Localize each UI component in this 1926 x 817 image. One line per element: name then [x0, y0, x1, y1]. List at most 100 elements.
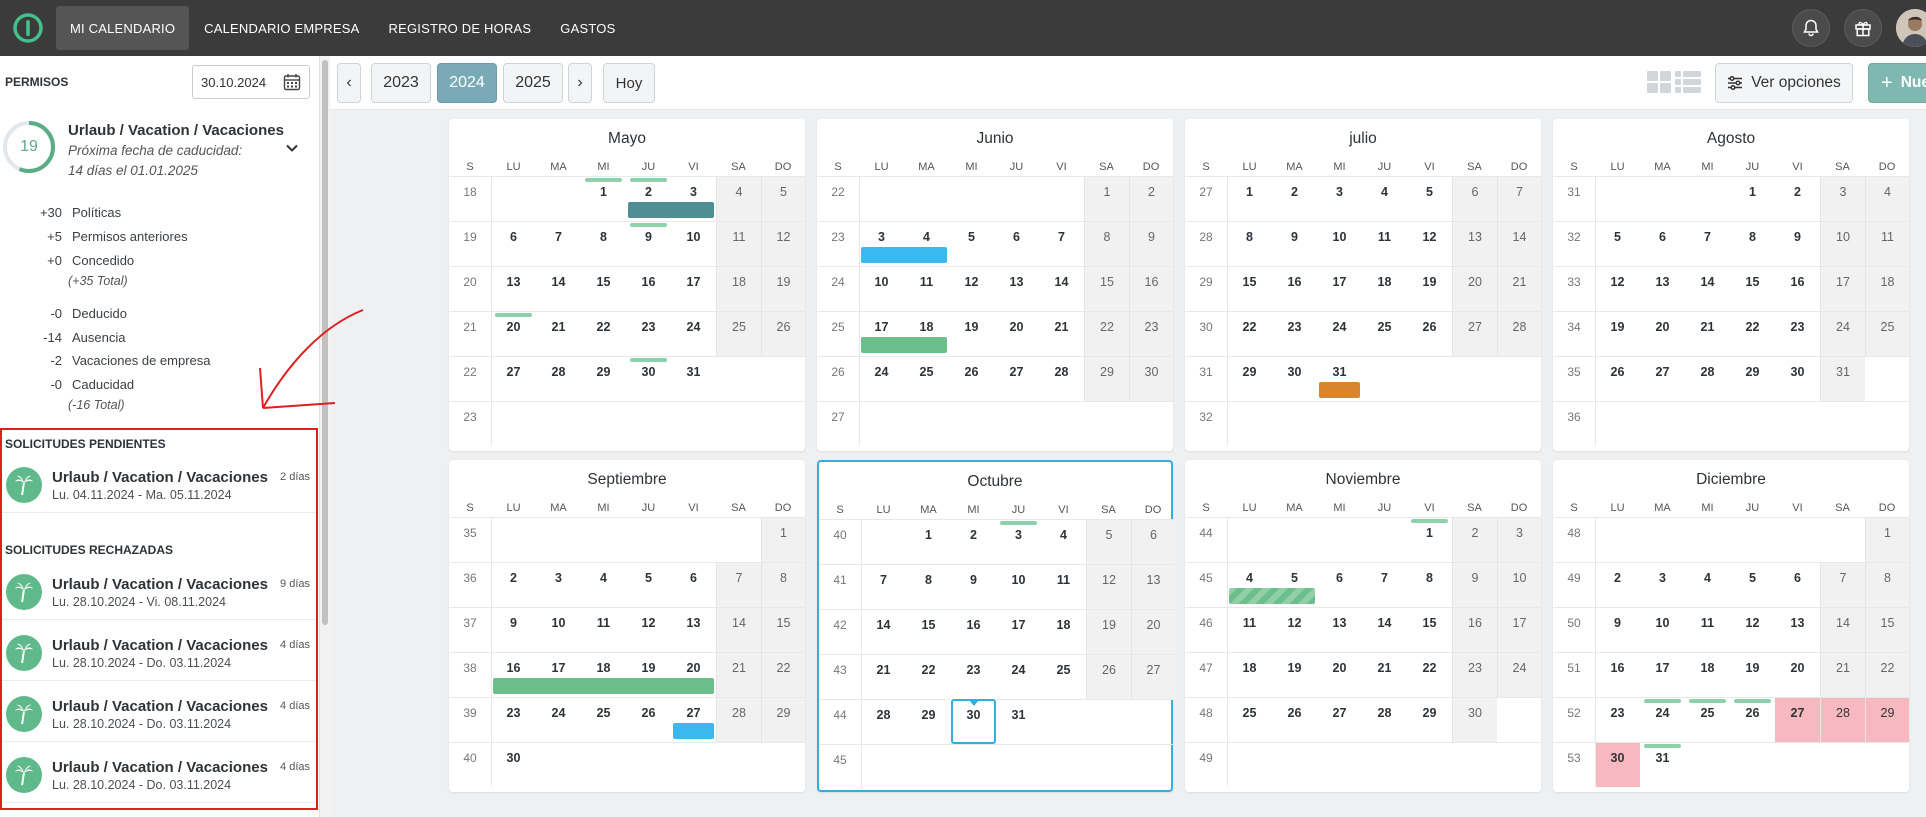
- day-cell[interactable]: 14: [1820, 607, 1865, 652]
- day-cell[interactable]: 30: [626, 356, 671, 401]
- day-cell[interactable]: 4: [1865, 176, 1909, 221]
- day-cell[interactable]: 2: [1775, 176, 1820, 221]
- day-cell[interactable]: 11: [1362, 221, 1407, 266]
- day-cell[interactable]: 29: [1227, 356, 1272, 401]
- day-cell[interactable]: 12: [1272, 607, 1317, 652]
- day-cell[interactable]: 23: [1775, 311, 1820, 356]
- day-cell[interactable]: 16: [1452, 607, 1497, 652]
- day-cell[interactable]: 24: [1640, 697, 1685, 742]
- day-cell[interactable]: 4: [581, 562, 626, 607]
- day-cell[interactable]: 26: [1272, 697, 1317, 742]
- day-cell[interactable]: 14: [1039, 266, 1084, 311]
- day-cell[interactable]: 25: [581, 697, 626, 742]
- day-cell[interactable]: 2: [951, 519, 996, 564]
- day-cell[interactable]: 24: [996, 654, 1041, 699]
- day-cell[interactable]: 23: [626, 311, 671, 356]
- day-cell[interactable]: 21: [861, 654, 906, 699]
- day-cell[interactable]: 3: [1640, 562, 1685, 607]
- day-cell[interactable]: 28: [1685, 356, 1730, 401]
- day-cell[interactable]: 11: [581, 607, 626, 652]
- day-cell[interactable]: 27: [1317, 697, 1362, 742]
- day-cell[interactable]: 7: [716, 562, 761, 607]
- day-cell[interactable]: 20: [1452, 266, 1497, 311]
- month-title[interactable]: Septiembre: [449, 460, 805, 500]
- month-title[interactable]: Octubre: [819, 462, 1171, 502]
- day-cell[interactable]: 25: [904, 356, 949, 401]
- day-cell[interactable]: 8: [1084, 221, 1129, 266]
- day-cell[interactable]: 19: [1730, 652, 1775, 697]
- day-cell[interactable]: 22: [761, 652, 805, 697]
- day-cell[interactable]: 10: [1317, 221, 1362, 266]
- day-cell[interactable]: 15: [761, 607, 805, 652]
- day-cell[interactable]: 17: [1820, 266, 1865, 311]
- day-cell[interactable]: 27: [1131, 654, 1175, 699]
- day-cell[interactable]: 18: [1041, 609, 1086, 654]
- day-cell[interactable]: 23: [491, 697, 536, 742]
- day-cell[interactable]: 30: [1452, 697, 1497, 742]
- day-cell[interactable]: 28: [861, 699, 906, 744]
- day-cell[interactable]: 12: [761, 221, 805, 266]
- day-cell[interactable]: 16: [1129, 266, 1173, 311]
- leave-event-bar[interactable]: [861, 337, 947, 353]
- day-cell[interactable]: 10: [1497, 562, 1541, 607]
- day-cell[interactable]: 9: [1452, 562, 1497, 607]
- day-cell[interactable]: 25: [716, 311, 761, 356]
- day-cell[interactable]: 20: [1131, 609, 1175, 654]
- day-cell[interactable]: 29: [1730, 356, 1775, 401]
- day-cell[interactable]: 24: [1317, 311, 1362, 356]
- day-cell[interactable]: 3: [996, 519, 1041, 564]
- day-cell[interactable]: 8: [1730, 221, 1775, 266]
- day-cell[interactable]: 2: [1129, 176, 1173, 221]
- day-cell[interactable]: 8: [581, 221, 626, 266]
- month-title[interactable]: Mayo: [449, 119, 805, 159]
- day-cell[interactable]: 14: [1497, 221, 1541, 266]
- list-view-icon[interactable]: [1675, 71, 1701, 93]
- nav-item-calendario-empresa[interactable]: CALENDARIO EMPRESA: [190, 6, 373, 50]
- month-title[interactable]: julio: [1185, 119, 1541, 159]
- day-cell[interactable]: 29: [906, 699, 951, 744]
- day-cell[interactable]: 19: [1272, 652, 1317, 697]
- day-cell[interactable]: 19: [1086, 609, 1131, 654]
- day-cell[interactable]: 1: [1865, 517, 1909, 562]
- day-cell[interactable]: 21: [716, 652, 761, 697]
- day-cell[interactable]: 27: [491, 356, 536, 401]
- day-cell[interactable]: 10: [996, 564, 1041, 609]
- day-cell[interactable]: 14: [1685, 266, 1730, 311]
- day-cell[interactable]: 2: [491, 562, 536, 607]
- day-cell[interactable]: 2: [1452, 517, 1497, 562]
- nav-item-registro-de-horas[interactable]: REGISTRO DE HORAS: [374, 6, 545, 50]
- day-cell[interactable]: 6: [1775, 562, 1820, 607]
- day-cell[interactable]: 13: [491, 266, 536, 311]
- gift-button[interactable]: [1844, 9, 1882, 47]
- day-cell[interactable]: 23: [1595, 697, 1640, 742]
- leave-event-bar[interactable]: [1229, 588, 1315, 604]
- day-cell[interactable]: 3: [536, 562, 581, 607]
- day-cell[interactable]: 4: [716, 176, 761, 221]
- day-cell[interactable]: 18: [1227, 652, 1272, 697]
- day-cell[interactable]: 21: [1685, 311, 1730, 356]
- new-request-button[interactable]: + Nue: [1868, 63, 1926, 103]
- day-cell[interactable]: 25: [1865, 311, 1909, 356]
- day-cell[interactable]: 7: [536, 221, 581, 266]
- day-cell[interactable]: 16: [1272, 266, 1317, 311]
- day-cell[interactable]: 17: [671, 266, 716, 311]
- day-cell[interactable]: 6: [1131, 519, 1175, 564]
- day-cell[interactable]: 24: [1497, 652, 1541, 697]
- request-item[interactable]: Urlaub / Vacation / Vacaciones Lu. 28.10.…: [2, 560, 316, 620]
- day-cell[interactable]: 8: [1865, 562, 1909, 607]
- day-cell[interactable]: 12: [1730, 607, 1775, 652]
- day-cell[interactable]: 25: [1227, 697, 1272, 742]
- request-item[interactable]: Urlaub / Vacation / Vacaciones Lu. 28.10.…: [2, 682, 316, 742]
- day-cell[interactable]: 18: [716, 266, 761, 311]
- sidebar-scrollbar[interactable]: [320, 56, 330, 817]
- day-cell[interactable]: 10: [859, 266, 904, 311]
- day-cell[interactable]: 15: [1227, 266, 1272, 311]
- user-avatar[interactable]: [1896, 9, 1926, 47]
- day-cell[interactable]: 30: [1595, 742, 1640, 787]
- day-cell[interactable]: 9: [491, 607, 536, 652]
- day-cell[interactable]: 15: [1407, 607, 1452, 652]
- day-cell[interactable]: 17: [996, 609, 1041, 654]
- day-cell[interactable]: 3: [1497, 517, 1541, 562]
- day-cell[interactable]: 22: [1407, 652, 1452, 697]
- day-cell[interactable]: 5: [1730, 562, 1775, 607]
